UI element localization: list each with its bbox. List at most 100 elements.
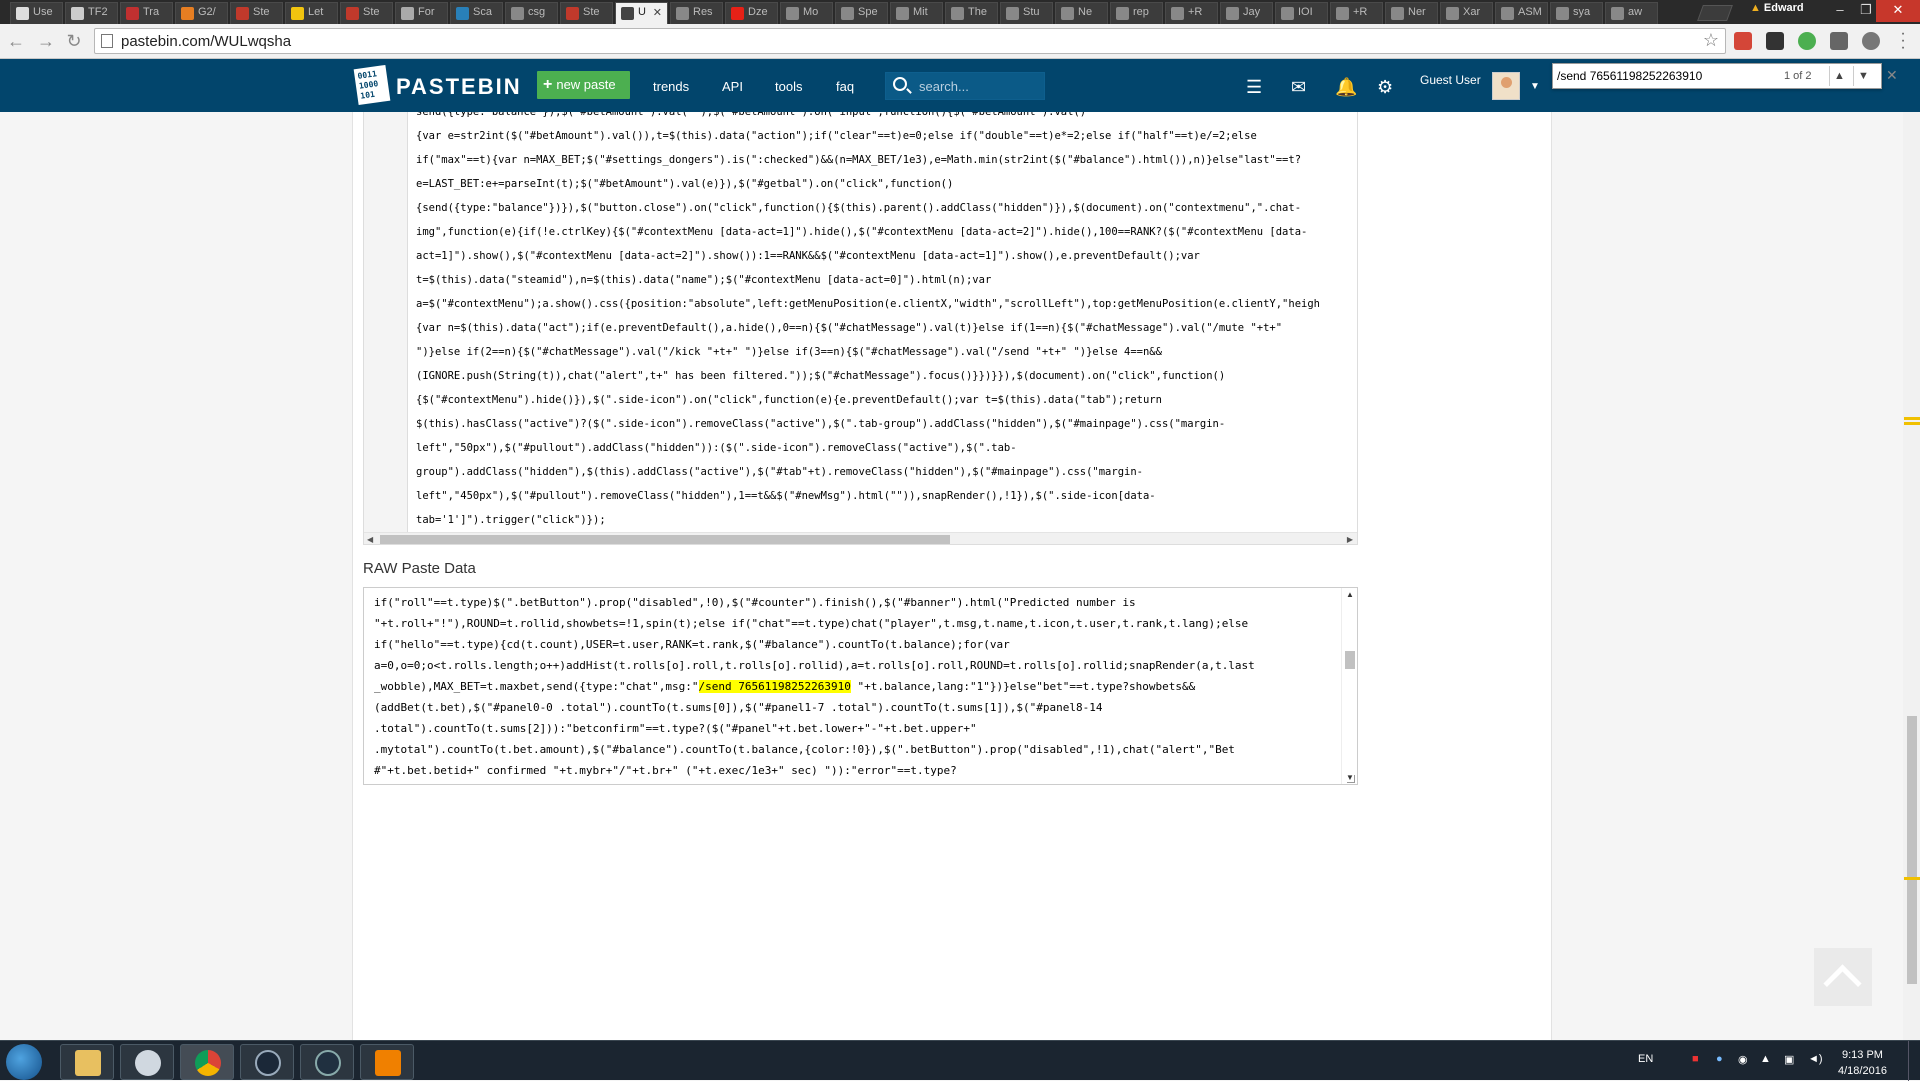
- explorer-icon[interactable]: [60, 1044, 114, 1080]
- horizontal-scrollbar[interactable]: ◀ ▶: [364, 532, 1357, 544]
- chrome-icon[interactable]: [180, 1044, 234, 1080]
- find-previous-button[interactable]: ▲: [1829, 66, 1849, 86]
- browser-tab[interactable]: Res: [670, 2, 723, 24]
- browser-tab[interactable]: Stu: [1000, 2, 1053, 24]
- browser-tab[interactable]: Spe: [835, 2, 888, 24]
- browser-tab[interactable]: Sca: [450, 2, 503, 24]
- guest-user-label[interactable]: Guest User: [1420, 73, 1481, 87]
- pastebin-logo-icon[interactable]: 0011 1000 101: [353, 64, 391, 106]
- tab-favicon-icon: [1226, 7, 1239, 20]
- browser-tab[interactable]: Tra: [120, 2, 173, 24]
- profile-button[interactable]: ▲ Edward: [1750, 2, 1804, 14]
- scrollbar-thumb[interactable]: [1907, 716, 1917, 984]
- minimize-button[interactable]: –: [1826, 0, 1854, 22]
- extension-icon[interactable]: [1766, 32, 1784, 50]
- browser-tab[interactable]: sya: [1550, 2, 1603, 24]
- browser-tab[interactable]: G2/: [175, 2, 228, 24]
- start-button[interactable]: [6, 1044, 42, 1080]
- raw-vertical-scrollbar[interactable]: ▲ ▼: [1341, 588, 1357, 784]
- scrollbar-thumb[interactable]: [380, 535, 950, 544]
- chrome-menu-icon[interactable]: · · ·: [1896, 26, 1910, 56]
- notifications-bell-icon[interactable]: 🔔: [1335, 77, 1357, 98]
- browser-tab[interactable]: rep: [1110, 2, 1163, 24]
- steam-icon[interactable]: [240, 1044, 294, 1080]
- browser-tab[interactable]: aw: [1605, 2, 1658, 24]
- extension-icon[interactable]: [1862, 32, 1880, 50]
- clock[interactable]: 9:13 PM 4/18/2016: [1838, 1047, 1887, 1079]
- browser-tab[interactable]: +R: [1330, 2, 1383, 24]
- tab-label: Ne: [1078, 6, 1093, 18]
- browser-tab[interactable]: U ✕: [615, 2, 668, 24]
- scroll-up-arrow-icon[interactable]: ▲: [1346, 590, 1354, 599]
- back-button[interactable]: ←: [6, 31, 26, 51]
- new-paste-button[interactable]: + new paste: [537, 71, 630, 99]
- browser-tab[interactable]: Ste: [230, 2, 283, 24]
- browser-tab[interactable]: For: [395, 2, 448, 24]
- messages-icon[interactable]: ✉: [1291, 77, 1306, 98]
- extension-icon[interactable]: [1830, 32, 1848, 50]
- scroll-right-arrow-icon[interactable]: ▶: [1347, 533, 1353, 544]
- tray-icon[interactable]: ●: [1716, 1053, 1723, 1065]
- nav-trends[interactable]: trends: [653, 79, 689, 94]
- nav-api[interactable]: API: [722, 79, 743, 94]
- close-tab-icon[interactable]: ✕: [653, 6, 662, 19]
- language-indicator[interactable]: EN: [1638, 1053, 1653, 1065]
- browser-tab[interactable]: Mo: [780, 2, 833, 24]
- browser-tab[interactable]: The: [945, 2, 998, 24]
- vlc-icon[interactable]: [360, 1044, 414, 1080]
- browser-tab[interactable]: Use: [10, 2, 63, 24]
- settings-gear-icon[interactable]: ⚙: [1377, 77, 1393, 98]
- browser-tab[interactable]: TF2: [65, 2, 118, 24]
- tab-favicon-icon: [236, 7, 249, 20]
- find-next-button[interactable]: ▼: [1853, 66, 1873, 86]
- chevron-down-icon[interactable]: ▼: [1530, 81, 1540, 92]
- find-close-button[interactable]: ✕: [1886, 67, 1898, 84]
- browser-tab[interactable]: Dze: [725, 2, 778, 24]
- find-match-marker: [1904, 877, 1920, 880]
- browser-tab[interactable]: +R: [1165, 2, 1218, 24]
- browser-tab[interactable]: Mit: [890, 2, 943, 24]
- address-bar[interactable]: pastebin.com/WULwqsha ☆: [94, 28, 1726, 54]
- browser-tab[interactable]: csg: [505, 2, 558, 24]
- nav-tools[interactable]: tools: [775, 79, 802, 94]
- browser-tab[interactable]: IOI: [1275, 2, 1328, 24]
- site-search-input[interactable]: search...: [885, 72, 1045, 100]
- scrollbar-thumb[interactable]: [1345, 651, 1355, 669]
- forward-button[interactable]: →: [36, 31, 56, 51]
- tab-favicon-icon: [731, 7, 744, 20]
- reload-button[interactable]: ↻: [64, 31, 84, 51]
- avatar[interactable]: [1492, 72, 1520, 100]
- scroll-left-arrow-icon[interactable]: ◀: [367, 533, 373, 544]
- bookmark-star-icon[interactable]: ☆: [1703, 30, 1719, 51]
- browser-tab[interactable]: Let: [285, 2, 338, 24]
- tab-label: IOI: [1298, 6, 1313, 18]
- gmail-extension-icon[interactable]: [1734, 32, 1752, 50]
- find-input[interactable]: [1557, 67, 1767, 85]
- my-pastes-icon[interactable]: ☰: [1246, 77, 1262, 98]
- pastebin-logo-text[interactable]: PASTEBIN: [396, 74, 522, 100]
- show-desktop-button[interactable]: [1908, 1041, 1920, 1081]
- browser-tab[interactable]: Jay: [1220, 2, 1273, 24]
- tray-icon[interactable]: ■: [1692, 1053, 1699, 1065]
- show-hidden-icons[interactable]: ▲: [1760, 1053, 1771, 1065]
- browser-tab[interactable]: Ne: [1055, 2, 1108, 24]
- new-tab-button[interactable]: [1697, 5, 1733, 21]
- back-to-top-button[interactable]: [1814, 948, 1872, 1006]
- steam-tray-icon[interactable]: ◉: [1738, 1053, 1748, 1066]
- network-icon[interactable]: ▣: [1784, 1053, 1794, 1066]
- browser-tab[interactable]: ASM: [1495, 2, 1548, 24]
- close-window-button[interactable]: ✕: [1876, 0, 1920, 22]
- app-icon[interactable]: [300, 1044, 354, 1080]
- browser-tab[interactable]: Xar: [1440, 2, 1493, 24]
- browser-tab[interactable]: Ste: [560, 2, 613, 24]
- raw-paste-textarea[interactable]: if("roll"==t.type)$(".betButton").prop("…: [363, 587, 1358, 785]
- paint-icon[interactable]: [120, 1044, 174, 1080]
- browser-tab[interactable]: Ste: [340, 2, 393, 24]
- plus-icon: +: [543, 76, 553, 93]
- page-scrollbar[interactable]: [1903, 112, 1920, 1040]
- browser-tab[interactable]: Ner: [1385, 2, 1438, 24]
- resize-handle[interactable]: [1347, 775, 1355, 783]
- extension-icon[interactable]: [1798, 32, 1816, 50]
- nav-faq[interactable]: faq: [836, 79, 854, 94]
- volume-icon[interactable]: ◄): [1808, 1053, 1823, 1065]
